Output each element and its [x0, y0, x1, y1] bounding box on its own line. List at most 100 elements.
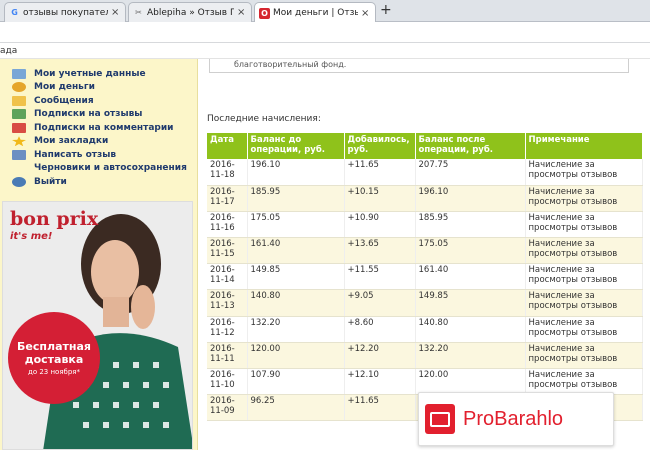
browser-toolbar: [0, 22, 650, 43]
cell-balance-before: 175.05: [247, 211, 345, 239]
tab-ablepiha[interactable]: ✂ Ablepiha » Отзыв ПРО - р ×: [128, 2, 252, 22]
draft-icon: [12, 163, 26, 173]
tab-reviews-search[interactable]: G отзывы покупателей - По ×: [4, 2, 126, 22]
cell-balance-after: 132.20: [415, 342, 526, 370]
cell-note: Начисление за просмотры отзывов: [525, 211, 643, 239]
account-menu: Мои учетные данные Мои деньги Сообщения …: [12, 67, 187, 189]
menu-item-drafts[interactable]: Черновики и автосохранения: [12, 162, 187, 176]
cell-note: Начисление за просмотры отзывов: [525, 263, 643, 291]
cell-note: Начисление за просмотры отзывов: [525, 368, 643, 396]
menu-item-label: Мои учетные данные: [34, 68, 146, 79]
menu-item-label: Выйти: [34, 176, 67, 187]
menu-item-account-data[interactable]: Мои учетные данные: [12, 67, 187, 81]
menu-item-review-subscriptions[interactable]: Подписки на отзывы: [12, 108, 187, 122]
cell-note: Начисление за просмотры отзывов: [525, 289, 643, 317]
menu-item-bookmarks[interactable]: Мои закладки: [12, 135, 187, 149]
bookmarks-bar: ада: [0, 43, 650, 59]
new-tab-button[interactable]: +: [380, 2, 392, 18]
close-tab-icon[interactable]: ×: [237, 7, 247, 18]
cell-date: 2016-11-10: [207, 368, 248, 396]
prev-box-text: благотворительный фонд.: [234, 60, 347, 69]
cell-date: 2016-11-16: [207, 211, 248, 239]
comment-icon: [12, 122, 26, 133]
cell-added: +11.65: [344, 394, 416, 422]
bonprix-logo: bon prix it's me!: [10, 208, 99, 245]
cell-added: +10.15: [344, 185, 416, 212]
menu-item-label: Подписки на отзывы: [34, 109, 143, 120]
table-header-row: Дата Баланс до операции, руб. Добавилось…: [207, 133, 643, 159]
bookmark-item[interactable]: ада: [0, 46, 17, 56]
cell-balance-after: 185.95: [415, 211, 526, 239]
cell-balance-before: 96.25: [247, 394, 345, 422]
cell-balance-before: 196.10: [247, 159, 345, 186]
cell-note: Начисление за просмотры отзывов: [525, 316, 643, 343]
tab-title: Мои деньги | Отзывы пос: [273, 8, 358, 18]
cell-added: +12.20: [344, 342, 416, 370]
cell-date: 2016-11-14: [207, 263, 248, 291]
column-header: Дата: [207, 133, 248, 159]
table-row: 2016-11-17 185.95 +10.15 196.10 Начислен…: [207, 185, 643, 212]
logo-tagline: it's me!: [10, 231, 53, 242]
google-icon: G: [11, 8, 18, 17]
menu-item-logout[interactable]: Выйти: [12, 175, 187, 189]
id-card-icon: [12, 68, 26, 79]
column-header: Примечание: [525, 133, 643, 159]
cell-date: 2016-11-15: [207, 237, 248, 265]
cell-added: +9.05: [344, 289, 416, 317]
tab-my-money[interactable]: O Мои деньги | Отзывы пос ×: [254, 2, 376, 23]
otzovik-icon: O: [259, 7, 270, 19]
cell-balance-after: 175.05: [415, 237, 526, 265]
section-title: Последние начисления:: [207, 114, 321, 124]
tab-title: Ablepiha » Отзыв ПРО - р: [147, 7, 234, 18]
close-tab-icon[interactable]: ×: [361, 8, 371, 19]
menu-item-label: Сообщения: [34, 95, 94, 106]
table-row: 2016-11-10 107.90 +12.10 120.00 Начислен…: [207, 368, 643, 396]
probarahlo-watermark: ProBarahlo: [418, 392, 614, 446]
cell-balance-before: 149.85: [247, 263, 345, 291]
cell-note: Начисление за просмотры отзывов: [525, 159, 643, 186]
table-row: 2016-11-12 132.20 +8.60 140.80 Начислени…: [207, 316, 643, 343]
star-icon: [12, 136, 26, 147]
cell-added: +8.60: [344, 316, 416, 343]
menu-item-label: Подписки на комментарии: [34, 122, 174, 133]
close-tab-icon[interactable]: ×: [111, 7, 121, 18]
cell-balance-after: 149.85: [415, 289, 526, 317]
logo-text: bon prix: [10, 208, 99, 230]
cell-note: Начисление за просмотры отзывов: [525, 237, 643, 265]
exit-icon: [12, 176, 26, 187]
cell-added: +11.55: [344, 263, 416, 291]
cell-balance-before: 161.40: [247, 237, 345, 265]
menu-item-write-review[interactable]: Написать отзыв: [12, 148, 187, 162]
envelope-icon: [12, 95, 26, 106]
tab-title: отзывы покупателей - По: [23, 7, 108, 18]
menu-item-comment-subscriptions[interactable]: Подписки на комментарии: [12, 121, 187, 135]
menu-item-label: Мои деньги: [34, 82, 95, 93]
table-row: 2016-11-15 161.40 +13.65 175.05 Начислен…: [207, 237, 643, 265]
promo-badge: Бесплатная доставка до 23 ноября*: [8, 312, 100, 404]
cell-balance-after: 161.40: [415, 263, 526, 291]
menu-item-my-money[interactable]: Мои деньги: [12, 81, 187, 95]
previous-section-box: благотворительный фонд.: [209, 59, 629, 73]
scissors-icon: ✂: [135, 8, 142, 17]
watermark-text: ProBarahlo: [463, 407, 564, 430]
column-header: Баланс до операции, руб.: [247, 133, 345, 159]
menu-item-messages[interactable]: Сообщения: [12, 94, 187, 108]
advertisement-banner[interactable]: bon prix it's me! Бесплатная доставка до…: [2, 201, 193, 450]
cell-balance-before: 132.20: [247, 316, 345, 343]
promo-line-3: до 23 ноября*: [27, 368, 81, 376]
cell-added: +13.65: [344, 237, 416, 265]
cell-added: +10.90: [344, 211, 416, 239]
cell-balance-after: 140.80: [415, 316, 526, 343]
cell-note: Начисление за просмотры отзывов: [525, 185, 643, 212]
table-row: 2016-11-11 120.00 +12.20 132.20 Начислен…: [207, 342, 643, 370]
table-row: 2016-11-14 149.85 +11.55 161.40 Начислен…: [207, 263, 643, 291]
cell-date: 2016-11-13: [207, 289, 248, 317]
cell-balance-after: 207.75: [415, 159, 526, 186]
cell-added: +11.65: [344, 159, 416, 186]
cell-date: 2016-11-12: [207, 316, 248, 343]
cell-balance-after: 196.10: [415, 185, 526, 212]
column-header: Баланс после операции, руб.: [415, 133, 526, 159]
cell-date: 2016-11-09: [207, 394, 248, 422]
cell-balance-after: 120.00: [415, 368, 526, 396]
promo-line-2: доставка: [24, 353, 84, 366]
